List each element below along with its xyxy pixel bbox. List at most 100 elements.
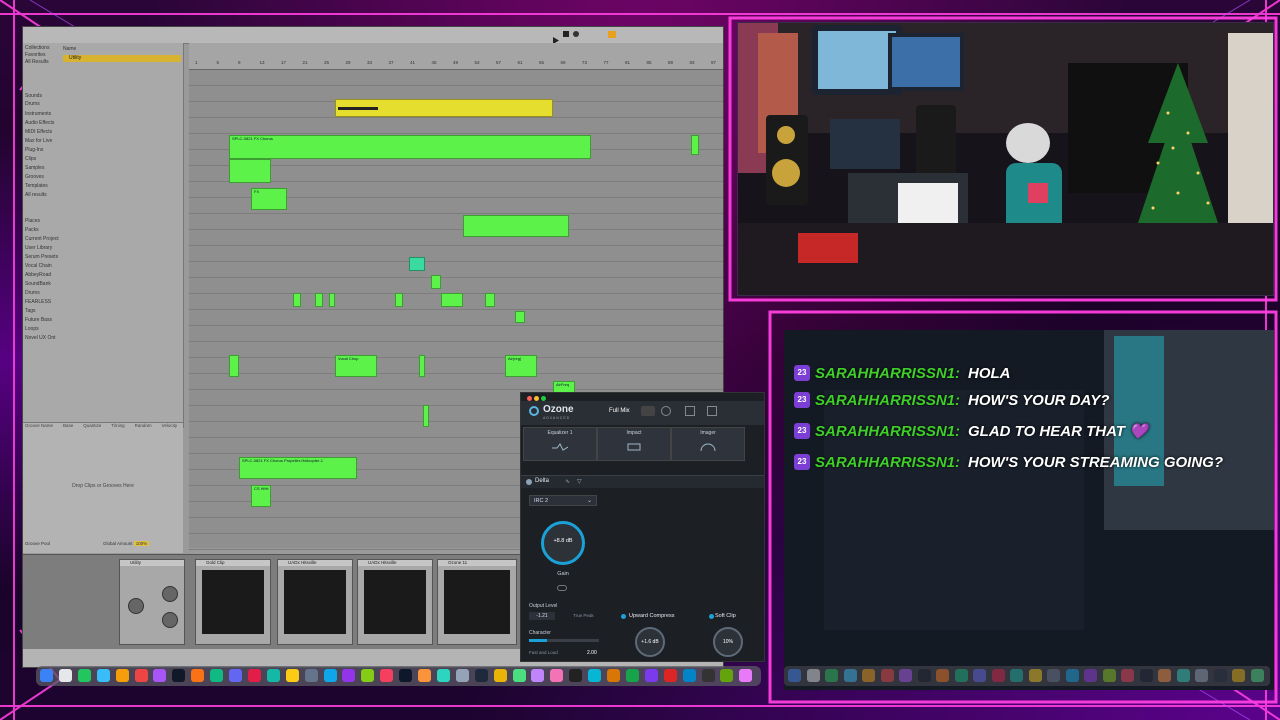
dock-app-icon[interactable] <box>550 669 564 682</box>
dock-app-icon[interactable] <box>153 669 167 682</box>
dock-app-icon[interactable] <box>210 669 224 682</box>
hitsville-device[interactable]: UADx Hitsville <box>277 559 353 645</box>
clip[interactable] <box>691 135 699 155</box>
browser-category[interactable]: AbbeyRoad <box>25 272 51 278</box>
dock-app-icon[interactable] <box>40 669 53 682</box>
dock-app-icon[interactable] <box>663 669 677 682</box>
gold-clip-device[interactable]: Gold Clip <box>195 559 271 645</box>
clip[interactable] <box>229 355 239 377</box>
dock-app-icon[interactable] <box>323 669 337 682</box>
browser-category[interactable]: Packs <box>25 227 39 233</box>
browser-category[interactable]: Sounds <box>25 93 42 99</box>
browser-category[interactable]: Future Bass <box>25 317 52 323</box>
dock-app-icon[interactable] <box>285 669 299 682</box>
clip[interactable]: Vocal Chop <box>335 355 377 377</box>
dock-app-icon[interactable] <box>474 669 488 682</box>
track-lane[interactable] <box>189 229 723 246</box>
dock-app-icon[interactable] <box>701 669 715 682</box>
browser-category[interactable]: Samples <box>25 165 44 171</box>
dock-app-icon[interactable] <box>418 669 431 682</box>
utility-device[interactable]: Utility <box>119 559 185 645</box>
dock-app-icon[interactable] <box>380 669 394 682</box>
dock-app-icon[interactable] <box>493 669 507 682</box>
clip[interactable]: FX <box>251 188 287 210</box>
module-impact[interactable]: Impact <box>597 427 671 461</box>
clip[interactable] <box>423 405 429 427</box>
track-lane[interactable] <box>189 373 723 390</box>
settings-icon[interactable] <box>707 406 717 416</box>
clip[interactable] <box>441 293 463 307</box>
track-lane[interactable] <box>189 261 723 278</box>
clip[interactable] <box>395 293 403 307</box>
record-icon[interactable] <box>573 31 579 37</box>
clip[interactable]: Air(reg) <box>505 355 537 377</box>
browser-category[interactable]: Drums <box>25 101 40 107</box>
dock-app-icon[interactable] <box>588 669 602 682</box>
dock-app-icon[interactable] <box>266 669 280 682</box>
browser-category[interactable]: Tags <box>25 308 36 314</box>
power-icon[interactable] <box>621 614 626 619</box>
dock-app-icon[interactable] <box>739 669 753 682</box>
browser-category[interactable]: Plug-Ins <box>25 147 43 153</box>
assistant-icon[interactable] <box>661 406 671 416</box>
track-lane[interactable] <box>189 245 723 262</box>
full-mix-toggle[interactable]: Full Mix <box>609 408 630 414</box>
width-knob[interactable] <box>128 598 144 614</box>
dock-app-icon[interactable] <box>77 669 91 682</box>
browser-category[interactable]: All results <box>25 192 47 198</box>
character-slider[interactable] <box>529 639 599 642</box>
browser-category[interactable]: Vocal Chain <box>25 263 52 269</box>
track-lane[interactable] <box>189 117 723 134</box>
browser-category[interactable]: Clips <box>25 156 36 162</box>
browser-category[interactable]: Novel UX Ont <box>25 335 56 341</box>
clip[interactable] <box>315 293 323 307</box>
track-lane[interactable] <box>189 309 723 326</box>
clip[interactable] <box>229 159 271 183</box>
module-imager[interactable]: Imager <box>671 427 745 461</box>
track-lane[interactable] <box>189 213 723 230</box>
stem-mode-icon[interactable] <box>641 406 655 416</box>
dock-app-icon[interactable] <box>134 669 148 682</box>
metronome-icon[interactable] <box>608 31 616 38</box>
dock-app-icon[interactable] <box>172 669 186 682</box>
clip[interactable] <box>335 99 553 117</box>
dock-app-icon[interactable] <box>436 669 450 682</box>
track-lane[interactable] <box>189 69 723 86</box>
filter-icon[interactable]: ▽ <box>577 478 585 486</box>
browser-selected-item[interactable]: Utility <box>63 55 181 62</box>
browser-category[interactable]: Grooves <box>25 174 44 180</box>
clip[interactable] <box>515 311 525 323</box>
browser-category[interactable]: Drums <box>25 290 40 296</box>
true-peak-toggle[interactable]: True Peak <box>573 613 594 618</box>
ozone-plugin-window[interactable]: Ozone ADVANCED Full Mix Equalizer 1 Impa… <box>520 392 765 662</box>
clip[interactable]: SPLC-0821 FX Chorus Propeller-Helicopter… <box>239 457 357 479</box>
clip[interactable] <box>463 215 569 237</box>
dock-app-icon[interactable] <box>58 669 72 682</box>
track-lane[interactable] <box>189 325 723 342</box>
browser-category[interactable]: Instruments <box>25 111 51 117</box>
module-equalizer[interactable]: Equalizer 1 <box>523 427 597 461</box>
browser-category[interactable]: User Library <box>25 245 52 251</box>
browser-category[interactable]: Current Project <box>25 236 59 242</box>
dock-app-icon[interactable] <box>531 669 545 682</box>
link-icon[interactable] <box>557 585 567 591</box>
clip[interactable] <box>431 275 441 289</box>
chat-username[interactable]: SARAHHARRISSN1: <box>815 392 960 409</box>
dock-app-icon[interactable] <box>191 669 205 682</box>
browser-category[interactable]: FEARLESS <box>25 299 51 305</box>
browser-category[interactable]: Templates <box>25 183 48 189</box>
dock-app-icon[interactable] <box>607 669 620 682</box>
browser-category[interactable]: All Results <box>25 59 49 65</box>
power-icon[interactable] <box>709 614 714 619</box>
dock-app-icon[interactable] <box>361 669 375 682</box>
browser-category[interactable]: SoundBank <box>25 281 51 287</box>
balance-knob[interactable] <box>162 612 178 628</box>
browser-category[interactable]: Max for Live <box>25 138 52 144</box>
dock-app-icon[interactable] <box>720 669 734 682</box>
track-lane[interactable] <box>189 341 723 358</box>
browser-category[interactable]: Audio Effects <box>25 120 54 126</box>
global-amount-value[interactable]: 100% <box>133 541 150 546</box>
reference-icon[interactable] <box>685 406 695 416</box>
chat-username[interactable]: SARAHHARRISSN1: <box>815 423 960 440</box>
clip[interactable] <box>293 293 301 307</box>
